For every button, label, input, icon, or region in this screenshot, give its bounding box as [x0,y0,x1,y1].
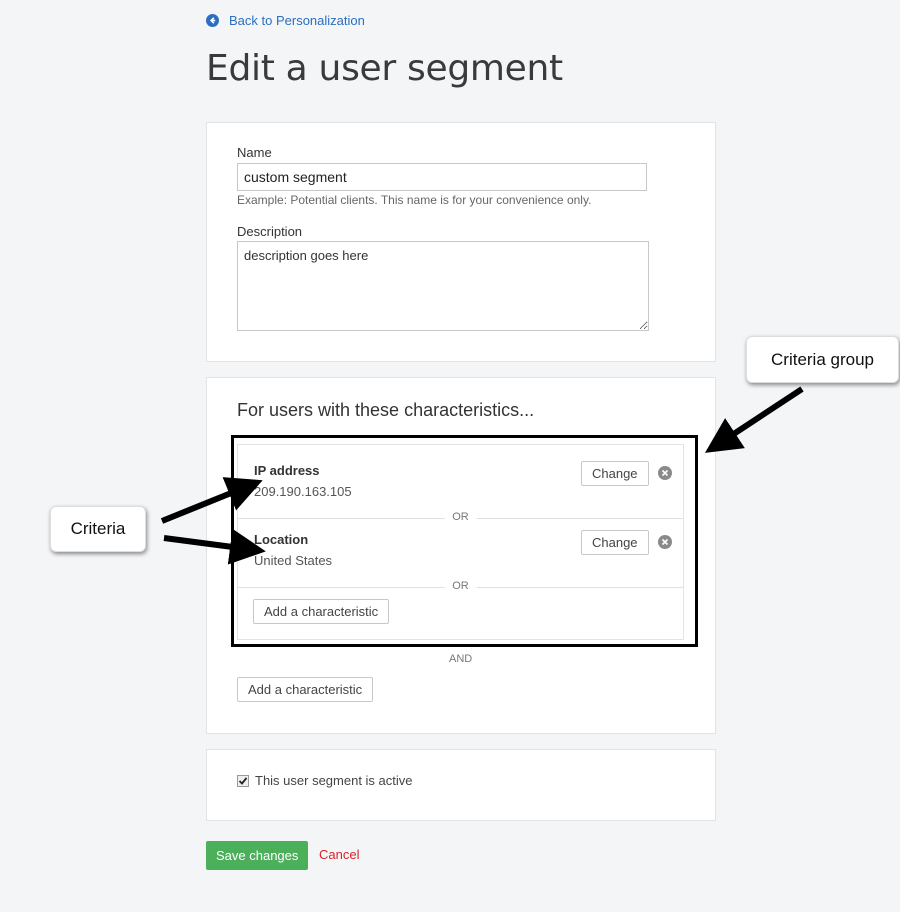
criteria-callout: Criteria [50,506,146,552]
save-changes-button[interactable]: Save changes [206,841,309,870]
criteria-value: United States [254,553,333,568]
criteria-name: Location [254,532,309,547]
criteria-name: IP address [254,463,320,478]
segment-details-panel: Name Example: Potential clients. This na… [206,122,716,362]
active-toggle[interactable]: This user segment is active [237,773,413,788]
or-label: OR [444,511,477,523]
active-panel: This user segment is active [206,749,716,821]
change-button[interactable]: Change [581,461,649,486]
arrow-to-criteria-group [704,386,804,453]
name-label: Name [237,145,272,160]
remove-circle-icon[interactable] [658,535,672,549]
name-input[interactable] [237,163,647,191]
or-separator: OR [238,580,683,592]
change-button[interactable]: Change [581,530,649,555]
description-label: Description [237,224,303,239]
criteria-panel: For users with these characteristics... … [206,377,716,734]
criteria-heading: For users with these characteristics... [237,400,535,420]
back-link-label: Back to Personalization [229,13,365,28]
name-hint: Example: Potential clients. This name is… [237,193,592,207]
active-checkbox[interactable] [237,774,249,787]
or-label: OR [444,580,477,592]
or-separator: OR [238,511,683,523]
cancel-link[interactable]: Cancel [319,847,359,862]
criteria-group: IP address 209.190.163.105 Change OR Loc… [237,444,684,640]
description-textarea[interactable]: description goes here [237,241,649,331]
and-label: AND [449,653,473,665]
arrow-left-circle-icon [206,14,219,27]
back-to-personalization-link[interactable]: Back to Personalization [206,13,365,28]
active-label: This user segment is active [255,773,413,788]
remove-circle-icon[interactable] [658,466,672,480]
add-characteristic-button[interactable]: Add a characteristic [237,677,374,702]
criteria-group-callout: Criteria group [746,336,899,383]
add-characteristic-in-group-button[interactable]: Add a characteristic [253,599,390,624]
page-title: Edit a user segment [206,48,563,89]
criteria-value: 209.190.163.105 [254,484,352,499]
